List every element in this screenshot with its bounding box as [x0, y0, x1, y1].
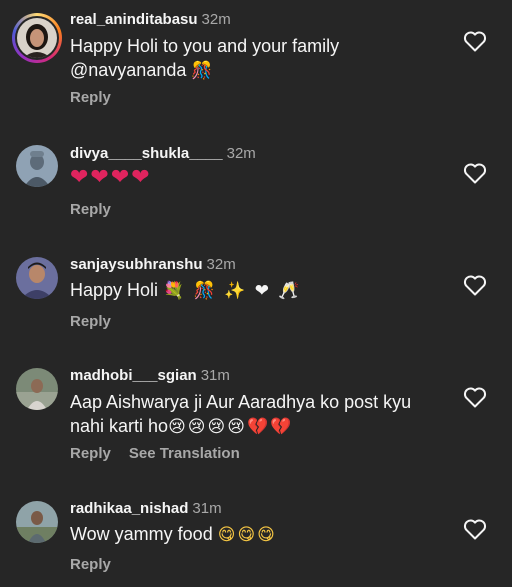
avatar[interactable] [12, 13, 62, 63]
comment-timestamp: 31m [200, 367, 230, 384]
red-hearts-emoji: ❤❤❤❤ [70, 165, 152, 190]
party-popper-emoji: 🎊 [191, 61, 215, 81]
avatar[interactable] [16, 257, 58, 299]
crying-broken-heart-emoji: 😢😢😢😢💔💔 [168, 417, 294, 437]
reply-button[interactable]: Reply [70, 445, 111, 462]
comment-username[interactable]: madhobi___sgian [70, 367, 197, 384]
comment-text: Aap Aishwarya ji Aur Aaradhya ko post ky… [70, 392, 412, 437]
reply-button[interactable]: Reply [70, 201, 111, 218]
heart-outline-icon[interactable] [463, 162, 487, 184]
comment-text: Happy Holi to you and your family @navya… [70, 36, 340, 81]
comment-username[interactable]: radhikaa_nishad [70, 500, 188, 517]
comment-text: ❤❤❤❤ [70, 166, 450, 190]
comment-timestamp: 32m [226, 145, 256, 162]
comment-timestamp: 32m [206, 256, 236, 273]
avatar[interactable] [16, 368, 58, 410]
comment-username[interactable]: divya____shukla____ [70, 145, 223, 162]
reply-button[interactable]: Reply [70, 313, 111, 330]
comment-text: Happy Holi 💐 🎊 ✨ ❤ 🥂 [70, 280, 302, 301]
comments-list: real_aninditabasu 32m Happy Holi to you a… [0, 0, 512, 587]
heart-outline-icon[interactable] [463, 30, 487, 52]
reply-button[interactable]: Reply [70, 89, 111, 106]
comment-username[interactable]: sanjaysubhranshu [70, 256, 203, 273]
avatar[interactable] [16, 145, 58, 187]
comment-username[interactable]: real_aninditabasu [70, 11, 198, 28]
celebration-emoji: 💐 🎊 ✨ ❤ 🥂 [163, 281, 302, 301]
comment-timestamp: 31m [192, 500, 222, 517]
yum-face-emoji: 😋😋😋 [217, 525, 277, 545]
heart-outline-icon[interactable] [463, 518, 487, 540]
see-translation-button[interactable]: See Translation [129, 445, 240, 462]
comment-text: Wow yammy food 😋😋😋 [70, 524, 277, 545]
comment-timestamp: 32m [201, 11, 231, 28]
reply-button[interactable]: Reply [70, 556, 111, 573]
heart-outline-icon[interactable] [463, 386, 487, 408]
heart-outline-icon[interactable] [463, 274, 487, 296]
avatar[interactable] [16, 501, 58, 543]
